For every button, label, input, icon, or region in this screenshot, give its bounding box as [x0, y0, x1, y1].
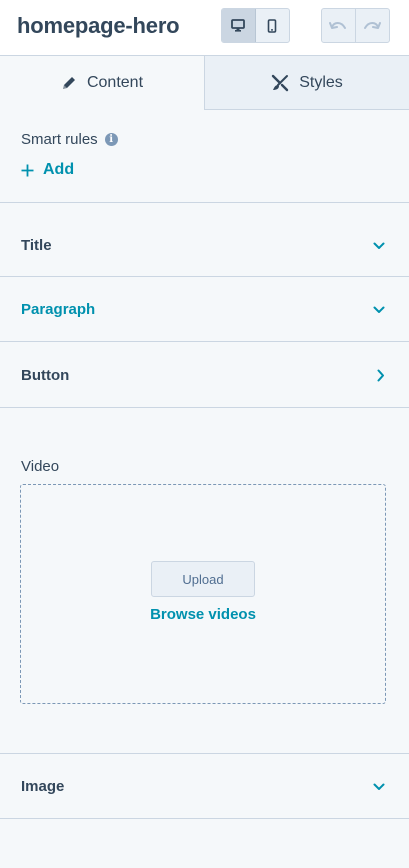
mobile-icon	[267, 18, 277, 33]
tab-styles-label: Styles	[299, 73, 343, 91]
video-dropzone[interactable]: Upload Browse videos	[20, 484, 386, 704]
section-paragraph[interactable]: Paragraph	[0, 276, 409, 341]
section-divider	[0, 818, 409, 819]
plus-icon	[21, 164, 34, 176]
section-title[interactable]: Title	[0, 202, 409, 276]
section-paragraph-row: Paragraph	[21, 301, 385, 318]
desktop-view-button[interactable]	[222, 9, 256, 42]
section-button-row: Button	[21, 367, 385, 384]
section-button[interactable]: Button	[0, 341, 409, 407]
section-title-label: Title	[21, 237, 52, 254]
browse-videos-link[interactable]: Browse videos	[21, 606, 385, 623]
module-title: homepage-hero	[17, 13, 180, 38]
tab-content[interactable]: Content	[0, 56, 204, 110]
smart-rules-heading: Smart rules i	[21, 131, 118, 148]
undo-redo-group	[321, 8, 390, 43]
chevron-right-icon	[377, 369, 384, 382]
chevron-down-icon	[373, 306, 385, 313]
desktop-icon	[231, 19, 246, 32]
redo-button[interactable]	[356, 9, 389, 42]
editor-header: homepage-hero	[0, 0, 409, 56]
video-label: Video	[21, 458, 60, 475]
section-button-label: Button	[21, 367, 70, 384]
tab-styles[interactable]: Styles	[204, 56, 409, 110]
section-paragraph-label: Paragraph	[21, 301, 96, 318]
editor-tabs: Content Styles	[0, 56, 409, 110]
section-image[interactable]: Image	[0, 753, 409, 818]
tab-content-label: Content	[86, 74, 144, 91]
mobile-view-button[interactable]	[256, 9, 289, 42]
section-title-row: Title	[21, 237, 385, 254]
smart-rules: Smart rules i	[21, 131, 118, 148]
chevron-down-icon	[373, 242, 385, 249]
device-toggle	[221, 8, 290, 43]
section-image-row: Image	[21, 778, 385, 795]
smart-rules-label: Smart rules	[21, 131, 98, 148]
upload-button[interactable]: Upload	[151, 561, 255, 597]
brush-icon	[272, 74, 289, 91]
add-label: Add	[43, 161, 75, 178]
chevron-down-icon	[373, 783, 385, 790]
section-image-label: Image	[21, 778, 65, 795]
undo-icon	[329, 21, 347, 29]
add-smart-rule-button[interactable]: Add	[21, 161, 74, 179]
info-icon[interactable]: i	[104, 133, 118, 146]
redo-icon	[364, 21, 382, 29]
undo-button[interactable]	[322, 9, 356, 42]
pencil-icon	[62, 77, 75, 89]
